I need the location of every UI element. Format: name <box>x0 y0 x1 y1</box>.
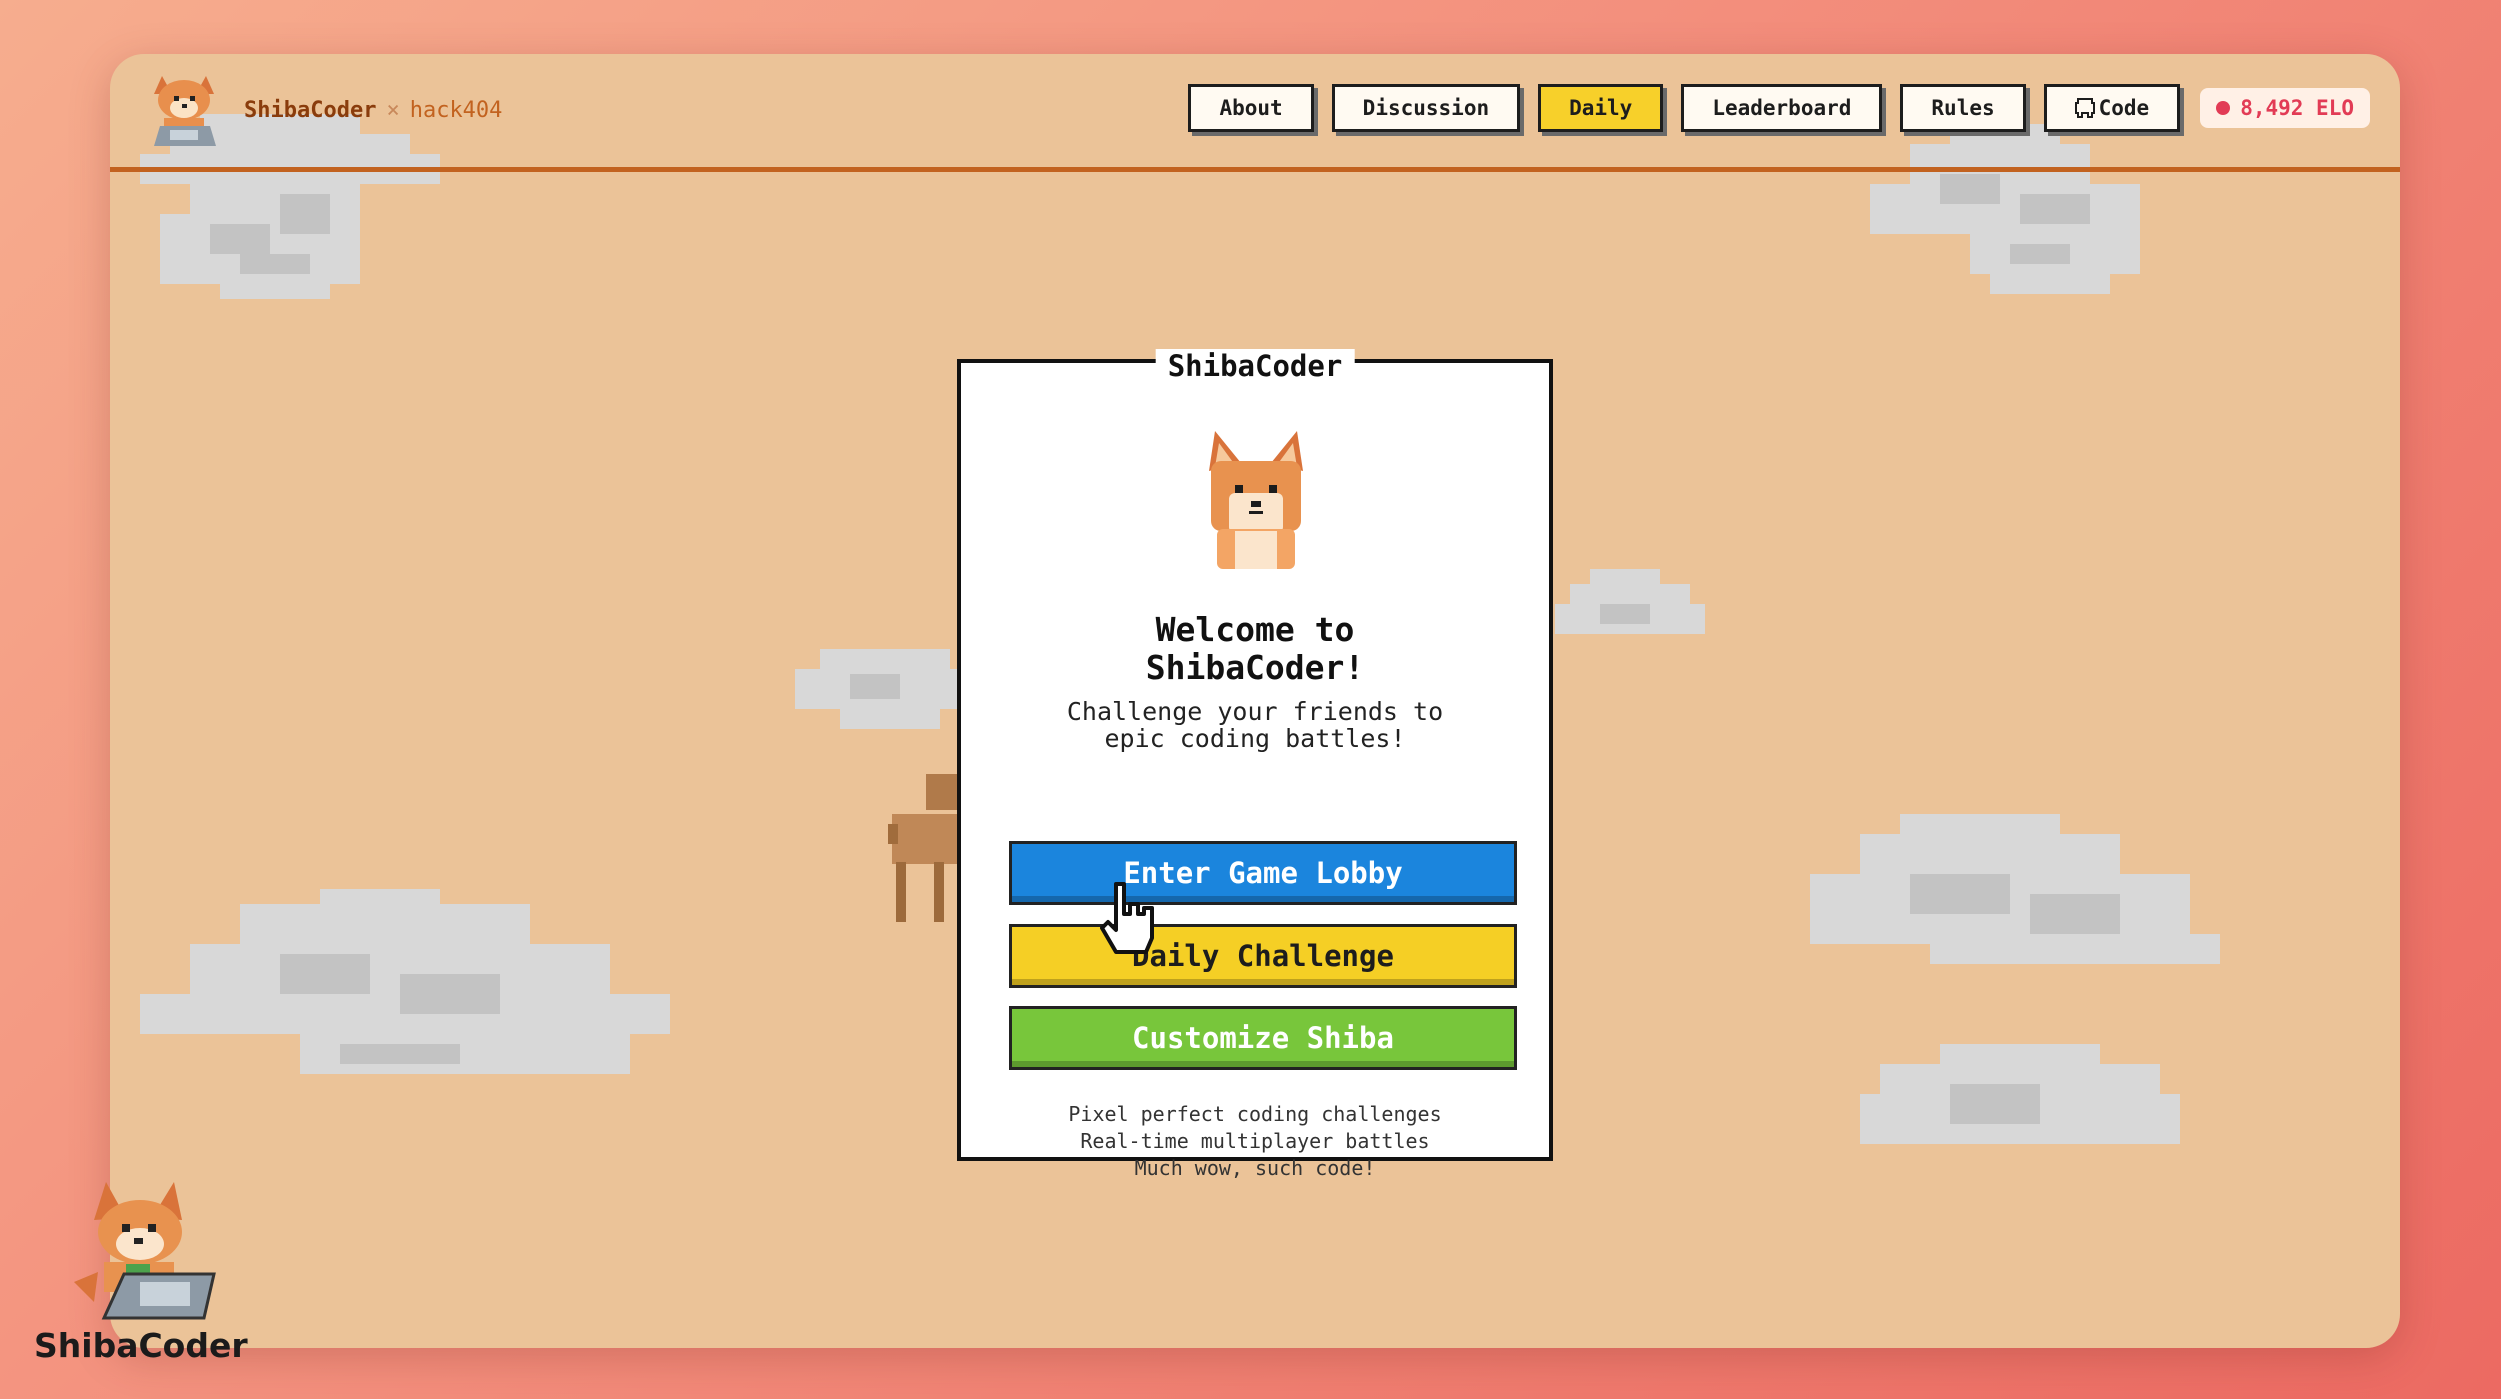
nav-code-button[interactable]: Code <box>2043 84 2181 132</box>
shiba-coder-logo-icon <box>154 76 216 146</box>
nav-daily-button[interactable]: Daily <box>1538 84 1664 132</box>
enter-game-lobby-button[interactable]: Enter Game Lobby <box>1009 841 1517 905</box>
welcome-line-1: Welcome to <box>1155 610 1355 649</box>
welcome-line-2: ShibaCoder! <box>1145 648 1365 687</box>
welcome-heading: Welcome to ShibaCoder! <box>961 611 1549 687</box>
brand-separator: × <box>386 97 400 123</box>
nav-leaderboard-button[interactable]: Leaderboard <box>1681 84 1883 132</box>
elo-value: 8,492 ELO <box>2240 96 2354 120</box>
welcome-card: ShibaCoder Welcome to ShibaCoder! Challe… <box>957 349 1553 1180</box>
brand-name: ShibaCoder <box>244 97 377 123</box>
feature-item: Pixel perfect coding challenges <box>1068 1102 1442 1126</box>
brand-team: hack404 <box>409 97 503 123</box>
shiba-face-icon <box>1209 431 1303 569</box>
brand-title: ShibaCoder × hack404 <box>244 98 502 123</box>
feature-item: Real-time multiplayer battles <box>1080 1129 1430 1153</box>
nav-about-button[interactable]: About <box>1188 84 1314 132</box>
app-window: ShibaCoder × hack404 About Discussion Dail… <box>110 54 2400 1348</box>
shiba-coder-watermark-icon <box>74 1182 216 1320</box>
nav-menu: About Discussion Daily Leaderboard Rules… <box>1170 84 2370 132</box>
tagline: Challenge your friends to epic coding ba… <box>961 698 1549 752</box>
cloud-decoration <box>1555 569 1705 634</box>
cloud-decoration <box>1810 814 2220 1144</box>
customize-shiba-button[interactable]: Customize Shiba <box>1009 1006 1517 1070</box>
cloud-decoration <box>795 649 965 729</box>
brand[interactable]: ShibaCoder × hack404 <box>140 64 502 156</box>
nav-code-label: Code <box>2098 96 2150 120</box>
cloud-decoration <box>140 889 670 1074</box>
elo-badge: 8,492 ELO <box>2200 88 2370 128</box>
github-icon <box>2074 98 2095 118</box>
feature-list: Pixel perfect coding challenges Real-tim… <box>961 1101 1549 1182</box>
nav-rules-button[interactable]: Rules <box>1900 84 2026 132</box>
daily-challenge-button[interactable]: Daily Challenge <box>1009 924 1517 988</box>
hand-cursor-icon <box>1100 882 1154 954</box>
nav-discussion-button[interactable]: Discussion <box>1331 84 1521 132</box>
tagline-line-1: Challenge your friends to <box>1066 697 1444 726</box>
elo-dot-icon <box>2216 101 2231 115</box>
top-nav-bar: ShibaCoder × hack404 About Discussion Dail… <box>110 54 2400 172</box>
feature-item: Much wow, such code! <box>1134 1156 1376 1180</box>
tagline-line-2: epic coding battles! <box>1104 724 1406 753</box>
shiba-walking-sprite <box>888 774 958 922</box>
card-title: ShibaCoder <box>1155 349 1355 383</box>
watermark-text: ShibaCoder <box>34 1326 248 1365</box>
